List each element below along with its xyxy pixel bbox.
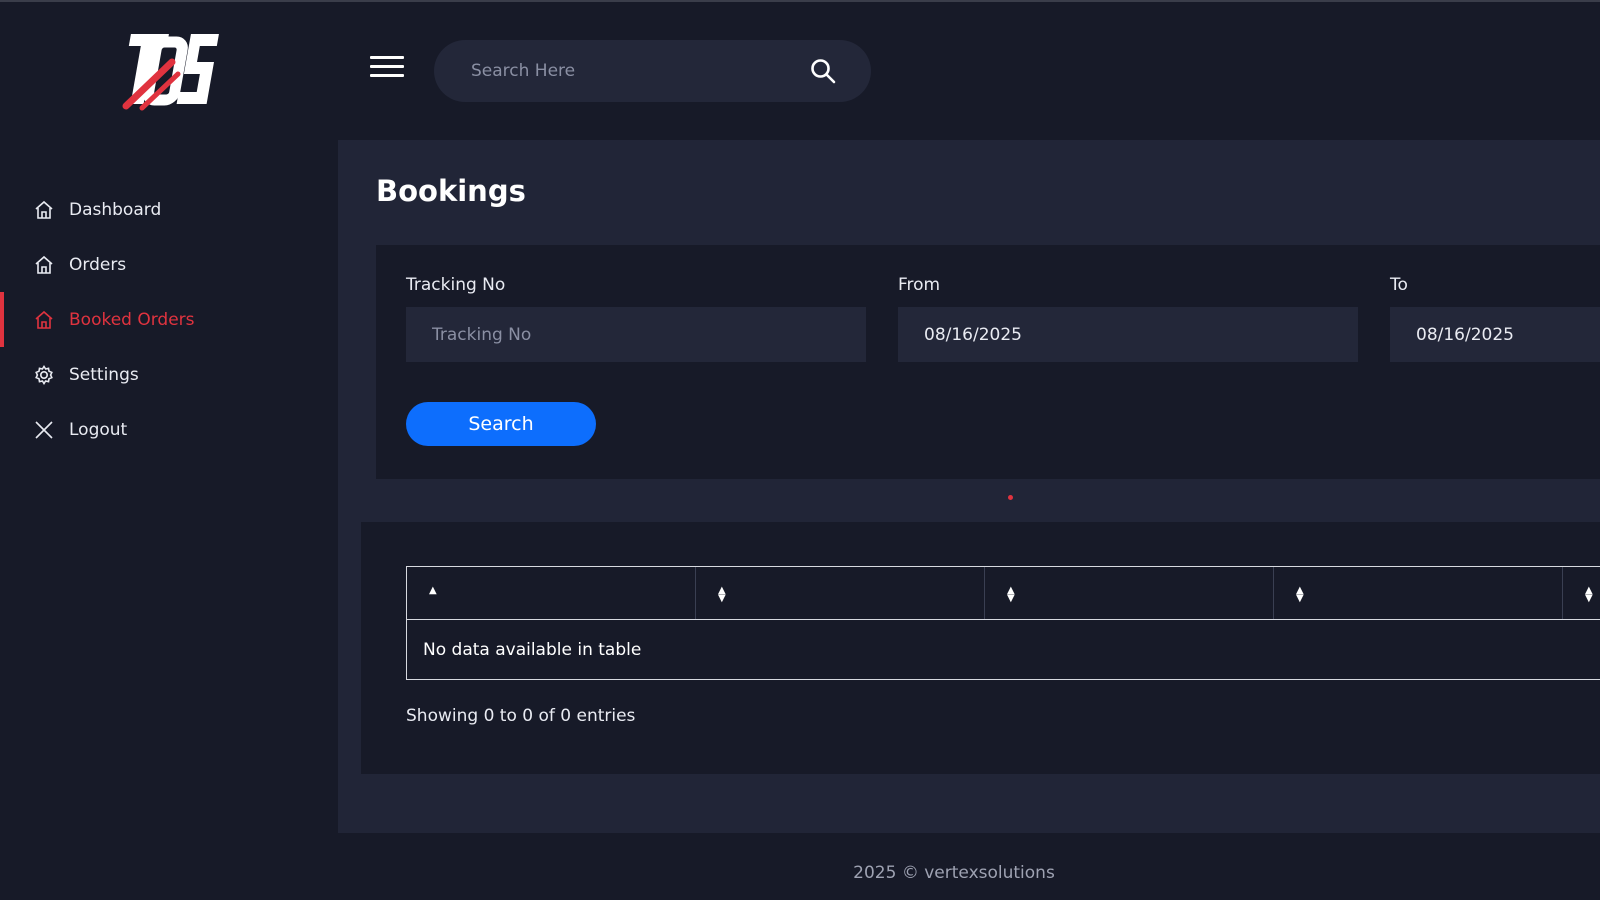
sidebar-nav: Dashboard Orders Booked Orders Settings <box>0 182 338 457</box>
gear-icon <box>33 364 55 386</box>
tracking-no-input[interactable] <box>406 307 866 362</box>
filter-panel: Tracking No From To Search <box>376 245 1600 479</box>
hamburger-line <box>370 74 404 77</box>
from-date-input[interactable] <box>898 307 1358 362</box>
global-search-input[interactable] <box>434 40 809 102</box>
sidebar-item-settings[interactable]: Settings <box>0 347 338 402</box>
from-date-label: From <box>898 275 941 295</box>
sort-asc-icon: ▲ <box>429 585 437 596</box>
global-search <box>434 40 871 102</box>
sidebar-item-label: Booked Orders <box>69 309 195 330</box>
home-icon <box>33 199 55 221</box>
table-info: Showing 0 to 0 of 0 entries <box>406 706 636 726</box>
to-date-label: To <box>1390 275 1408 295</box>
table-column-header[interactable]: ▲ ▼ <box>1274 567 1563 619</box>
loading-indicator <box>1008 495 1013 500</box>
table-column-header[interactable]: ▲ ▼ <box>696 567 985 619</box>
footer-copyright: 2025 © vertexsolutions <box>853 863 1055 883</box>
sidebar-item-label: Settings <box>69 364 139 385</box>
table-column-header[interactable]: ▲ <box>407 567 696 619</box>
bookings-table-panel: ▲ ▲ ▼ ▲ ▼ ▲ ▼ ▲ ▼ No data available in table… <box>361 522 1600 774</box>
sort-both-icon: ▲ ▼ <box>1296 585 1304 604</box>
home-icon <box>33 309 55 331</box>
sidebar-item-label: Dashboard <box>69 199 162 220</box>
sort-both-icon: ▲ ▼ <box>1007 585 1015 604</box>
menu-toggle-button[interactable] <box>370 56 404 82</box>
tqs-logo <box>122 34 219 111</box>
close-icon <box>33 419 55 441</box>
page-title: Bookings <box>376 174 526 208</box>
hamburger-line <box>370 56 404 59</box>
sort-both-icon: ▲ ▼ <box>718 585 726 604</box>
bookings-table: ▲ ▲ ▼ ▲ ▼ ▲ ▼ ▲ ▼ No data available in table <box>406 566 1600 680</box>
sidebar-item-booked-orders[interactable]: Booked Orders <box>0 292 338 347</box>
sidebar-item-label: Logout <box>69 419 128 440</box>
search-icon[interactable] <box>809 57 837 85</box>
footer: 2025 © vertexsolutions <box>338 833 1600 900</box>
hamburger-line <box>370 65 404 68</box>
sort-both-icon: ▲ ▼ <box>1585 585 1593 604</box>
home-icon <box>33 254 55 276</box>
sidebar-item-logout[interactable]: Logout <box>0 402 338 457</box>
search-button[interactable]: Search <box>406 402 596 446</box>
table-header: ▲ ▲ ▼ ▲ ▼ ▲ ▼ ▲ ▼ <box>406 566 1600 620</box>
sidebar: Dashboard Orders Booked Orders Settings <box>0 2 338 900</box>
table-empty-row: No data available in table <box>406 620 1600 680</box>
to-date-input[interactable] <box>1390 307 1600 362</box>
table-column-header[interactable]: ▲ ▼ <box>985 567 1274 619</box>
main-content: Bookings Tracking No From To Search ▲ ▲▼… <box>338 140 1600 833</box>
sidebar-item-label: Orders <box>69 254 127 275</box>
table-column-header[interactable]: ▲ ▼ <box>1563 567 1600 619</box>
tracking-no-label: Tracking No <box>406 275 506 295</box>
sidebar-item-orders[interactable]: Orders <box>0 237 338 292</box>
sidebar-item-dashboard[interactable]: Dashboard <box>0 182 338 237</box>
